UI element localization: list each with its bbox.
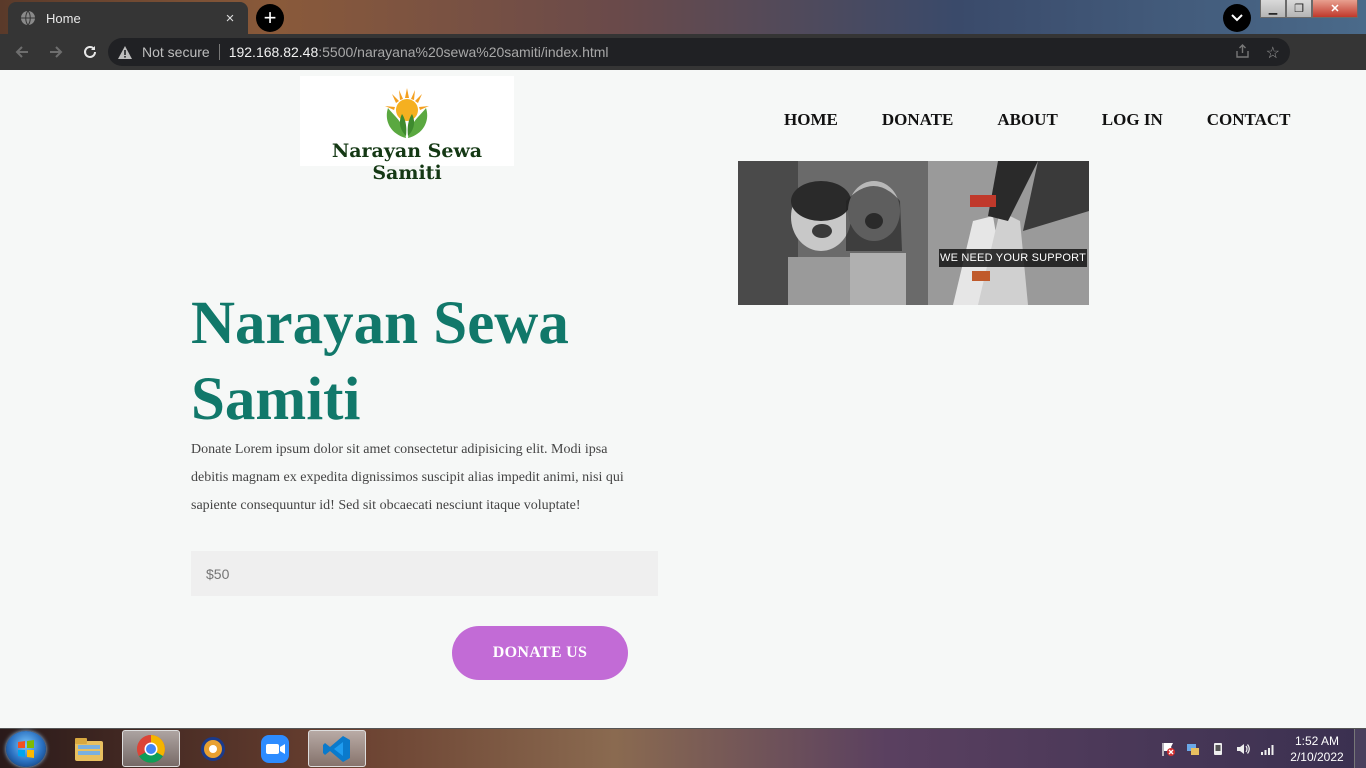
folder-icon xyxy=(75,737,103,761)
signal-icon[interactable] xyxy=(1260,741,1276,757)
browser-title-bar: Home × + ▁ ❐ ✕ xyxy=(0,0,1366,34)
clock-date: 2/10/2022 xyxy=(1290,750,1344,764)
donate-button[interactable]: DONATE US xyxy=(452,626,628,680)
bookmark-star-icon[interactable]: ☆ xyxy=(1266,43,1280,63)
chrome-icon xyxy=(137,734,165,763)
page-title: Narayan Sewa Samiti xyxy=(191,286,661,438)
volume-icon[interactable] xyxy=(1235,741,1251,757)
tab-title: Home xyxy=(46,10,81,26)
title-line-1: Narayan Sewa xyxy=(191,290,569,357)
windows-start-button[interactable] xyxy=(6,731,46,767)
restore-button[interactable]: ❐ xyxy=(1286,0,1312,18)
children-photo xyxy=(738,161,1089,305)
globe-icon xyxy=(20,10,36,26)
taskbar-media-player[interactable] xyxy=(184,730,242,767)
window-controls: ▁ ❐ ✕ xyxy=(1260,0,1358,19)
forward-button[interactable] xyxy=(40,36,72,68)
back-button[interactable] xyxy=(6,36,38,68)
browser-toolbar: Not secure 192.168.82.48 :5500/narayana%… xyxy=(0,34,1366,99)
nav-login[interactable]: LOG IN xyxy=(1102,110,1163,130)
windows-taskbar: 1:52 AM 2/10/2022 xyxy=(0,728,1366,768)
system-tray xyxy=(1160,741,1276,757)
show-desktop-button[interactable] xyxy=(1354,729,1366,768)
web-page: Narayan Sewa Samiti HOME DONATE ABOUT LO… xyxy=(0,70,1366,728)
media-player-icon xyxy=(201,736,225,761)
browser-tab-home[interactable]: Home × xyxy=(8,2,248,34)
nav-contact[interactable]: CONTACT xyxy=(1207,110,1291,130)
zoom-icon xyxy=(261,734,289,763)
hero-description: Donate Lorem ipsum dolor sit amet consec… xyxy=(191,442,624,513)
url-path[interactable]: :5500/narayana%20sewa%20samiti/index.htm… xyxy=(318,44,608,60)
url-host[interactable]: 192.168.82.48 xyxy=(229,44,319,60)
url-separator xyxy=(218,44,220,60)
taskbar-clock[interactable]: 1:52 AM 2/10/2022 xyxy=(1282,733,1352,765)
taskbar-file-explorer[interactable] xyxy=(60,730,118,767)
network-sharing-icon[interactable] xyxy=(1185,741,1201,757)
logo-text: Narayan Sewa Samiti xyxy=(331,140,483,184)
taskbar-chrome[interactable] xyxy=(122,730,180,767)
chevron-down-icon xyxy=(1231,14,1243,22)
support-banner-image xyxy=(738,161,1089,305)
warning-icon[interactable] xyxy=(118,45,136,59)
security-label[interactable]: Not secure xyxy=(142,44,210,60)
device-icon[interactable] xyxy=(1210,741,1226,757)
arrow-right-icon xyxy=(50,46,63,58)
clock-time: 1:52 AM xyxy=(1294,734,1340,748)
vscode-icon xyxy=(323,735,350,762)
tab-search-button[interactable] xyxy=(1223,4,1251,32)
reload-button[interactable] xyxy=(74,36,106,68)
action-center-flag-icon[interactable] xyxy=(1160,741,1176,757)
reload-icon xyxy=(84,45,96,58)
site-logo[interactable]: Narayan Sewa Samiti xyxy=(300,76,514,184)
sun-leaves-logo-icon xyxy=(385,88,429,138)
minimize-button[interactable]: ▁ xyxy=(1260,0,1286,18)
title-line-2: Samiti xyxy=(191,366,361,433)
new-tab-button[interactable]: + xyxy=(256,4,284,32)
banner-caption: WE NEED YOUR SUPPORT xyxy=(939,249,1087,267)
address-bar[interactable]: Not secure 192.168.82.48 :5500/narayana%… xyxy=(108,38,1290,66)
nav-about[interactable]: ABOUT xyxy=(997,110,1057,130)
share-icon[interactable] xyxy=(1235,44,1250,64)
arrow-left-icon xyxy=(15,46,28,58)
nav-home[interactable]: HOME xyxy=(784,110,838,130)
nav-donate[interactable]: DONATE xyxy=(882,110,953,130)
close-tab-icon[interactable]: × xyxy=(222,10,238,27)
windows-logo-icon xyxy=(18,740,34,758)
main-nav: HOME DONATE ABOUT LOG IN CONTACT xyxy=(784,110,1290,130)
window-close-button[interactable]: ✕ xyxy=(1312,0,1358,18)
donation-amount-input[interactable] xyxy=(191,551,658,596)
taskbar-vscode[interactable] xyxy=(308,730,366,767)
taskbar-zoom[interactable] xyxy=(246,730,304,767)
